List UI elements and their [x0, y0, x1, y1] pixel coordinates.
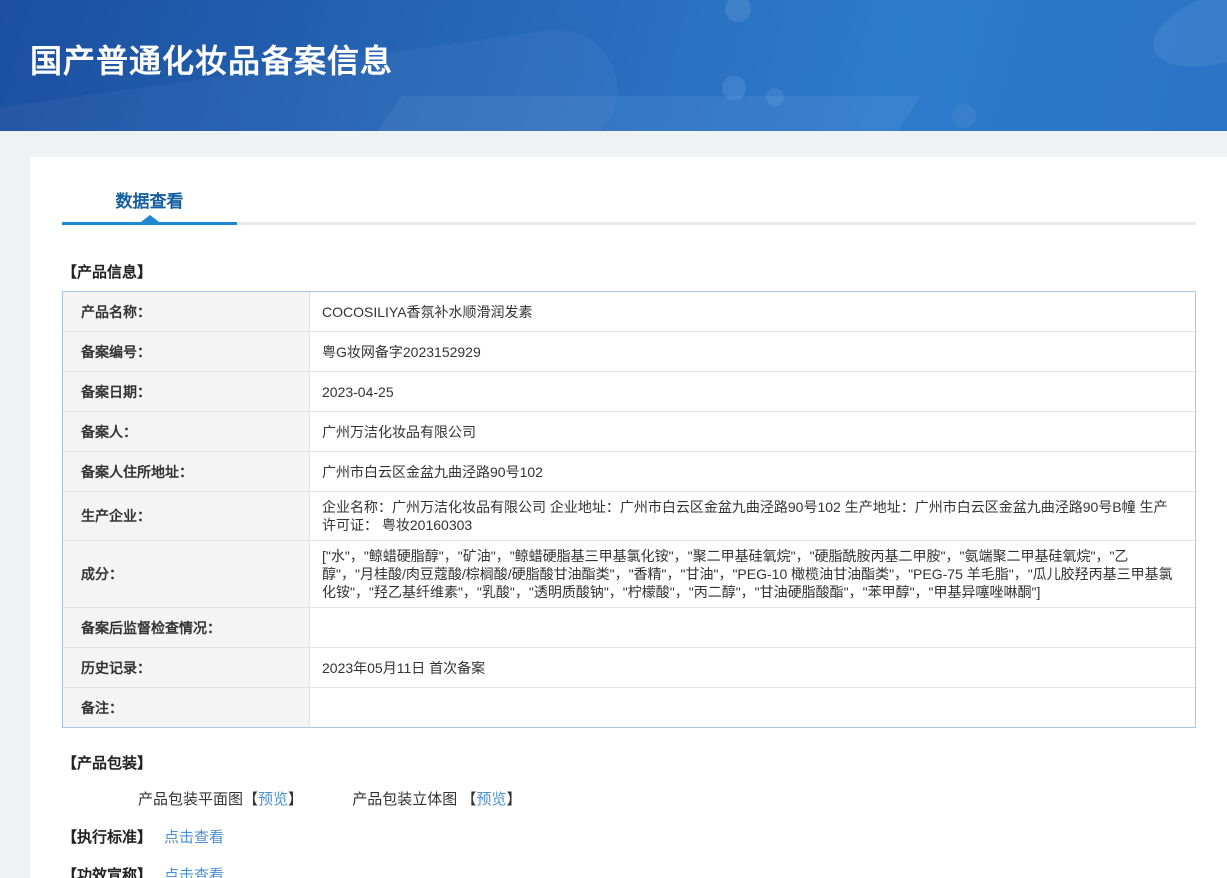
row-label: 备注： — [63, 688, 310, 727]
table-row: 历史记录： 2023年05月11日 首次备案 — [63, 647, 1195, 687]
row-label: 历史记录： — [63, 648, 310, 687]
packaging-previews: 产品包装平面图【预览】 产品包装立体图 【预览】 — [62, 788, 1195, 809]
row-value: 广州市白云区金盆九曲泾路90号102 — [322, 463, 543, 480]
row-label: 备案后监督检查情况： — [63, 608, 310, 647]
bracket-close: 】 — [288, 791, 304, 808]
packaging-3d-preview-link[interactable]: 预览 — [476, 791, 506, 808]
table-row: 成分： ["水"，"鲸蜡硬脂醇"，"矿油"，"鲸蜡硬脂基三甲基氯化铵"，"聚二甲… — [63, 540, 1195, 607]
header-decorative-circle — [766, 88, 784, 106]
row-label: 产品名称： — [63, 292, 310, 331]
bracket-open: 【 — [461, 791, 477, 808]
packaging-3d-label: 产品包装立体图 — [352, 791, 462, 808]
bracket-open: 【 — [243, 791, 259, 808]
packaging-flat-preview-link[interactable]: 预览 — [258, 791, 288, 808]
packaging-3d-group: 产品包装立体图 【预览】 — [352, 788, 521, 809]
row-label: 成分： — [63, 541, 310, 607]
row-value — [310, 608, 1195, 647]
content-card: 数据查看 【产品信息】 产品名称： COCOSILIYA香氛补水顺滑润发素 备案… — [30, 157, 1227, 878]
header-decorative-circle — [725, 0, 751, 22]
header-decorative-ellipse — [1143, 0, 1227, 84]
table-row: 产品名称： COCOSILIYA香氛补水顺滑润发素 — [63, 292, 1195, 331]
page-header: 国产普通化妆品备案信息 — [0, 0, 1227, 131]
efficacy-claim-row: 【功效宣称】 点击查看 — [62, 864, 1195, 878]
row-value: COCOSILIYA香氛补水顺滑润发素 — [322, 303, 533, 320]
row-value: 2023-04-25 — [322, 383, 394, 400]
packaging-flat-label: 产品包装平面图 — [138, 791, 244, 808]
tab-underline-track — [62, 215, 1196, 225]
efficacy-claim-view-link[interactable]: 点击查看 — [164, 867, 224, 878]
page-title: 国产普通化妆品备案信息 — [30, 43, 394, 79]
bracket-close: 】 — [506, 791, 522, 808]
packaging-flat-group: 产品包装平面图【预览】 — [138, 788, 303, 809]
product-info-table: 产品名称： COCOSILIYA香氛补水顺滑润发素 备案编号： 粤G妆网备字20… — [62, 291, 1196, 728]
row-label: 备案人住所地址： — [63, 452, 310, 491]
table-row: 备案编号： 粤G妆网备字2023152929 — [63, 331, 1195, 371]
header-decorative-parallelogram — [338, 96, 922, 131]
exec-standard-row: 【执行标准】 点击查看 — [62, 826, 1195, 847]
tab-bar: 数据查看 — [62, 187, 1196, 225]
row-label: 备案人： — [63, 412, 310, 451]
table-row: 备案后监督检查情况： — [63, 607, 1195, 647]
row-value — [310, 688, 1195, 727]
table-row: 备案人住所地址： 广州市白云区金盆九曲泾路90号102 — [63, 451, 1195, 491]
table-row: 备案日期： 2023-04-25 — [63, 371, 1195, 411]
row-value: ["水"，"鲸蜡硬脂醇"，"矿油"，"鲸蜡硬脂基三甲基氯化铵"，"聚二甲基硅氧烷… — [322, 548, 1173, 600]
packaging-section-title: 【产品包装】 — [62, 755, 153, 772]
table-row: 备案人： 广州万洁化妆品有限公司 — [63, 411, 1195, 451]
row-label: 备案编号： — [63, 332, 310, 371]
header-decorative-circle — [952, 104, 976, 128]
row-label: 备案日期： — [63, 372, 310, 411]
row-value: 广州万洁化妆品有限公司 — [322, 423, 476, 440]
efficacy-claim-label: 【功效宣称】 — [62, 867, 153, 878]
exec-standard-label: 【执行标准】 — [62, 829, 153, 846]
row-value: 2023年05月11日 首次备案 — [322, 659, 486, 676]
row-value: 粤G妆网备字2023152929 — [322, 343, 481, 360]
product-info-section-title: 【产品信息】 — [62, 264, 153, 281]
exec-standard-view-link[interactable]: 点击查看 — [164, 829, 224, 846]
table-row: 备注： — [63, 687, 1195, 727]
table-row: 生产企业： 企业名称：广州万洁化妆品有限公司 企业地址：广州市白云区金盆九曲泾路… — [63, 491, 1195, 540]
row-value: 企业名称：广州万洁化妆品有限公司 企业地址：广州市白云区金盆九曲泾路90号102… — [322, 499, 1168, 533]
row-label: 生产企业： — [63, 492, 310, 540]
tab-caret-icon — [141, 215, 159, 222]
header-decorative-circle — [722, 76, 746, 100]
tab-active-underline — [62, 215, 237, 225]
